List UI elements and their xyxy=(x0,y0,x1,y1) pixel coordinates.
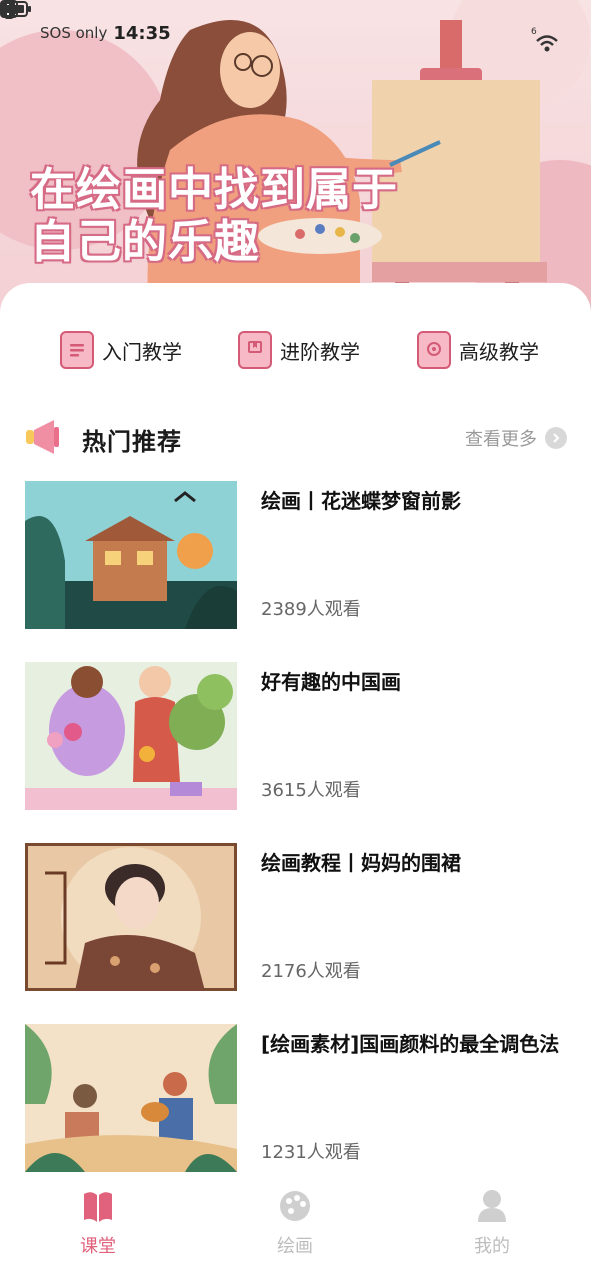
tab-label: 我的 xyxy=(474,1236,510,1257)
category-row: 入门教学 进阶教学 高级教学 xyxy=(0,327,591,373)
tab-classroom[interactable]: 课堂 xyxy=(58,1188,138,1257)
course-item[interactable]: 绘画教程丨妈妈的围裙 2176人观看 xyxy=(25,843,570,991)
clock: 14:35 xyxy=(113,22,171,44)
course-views: 1231人观看 xyxy=(261,1142,361,1163)
view-more-link[interactable]: 查看更多 xyxy=(465,425,567,451)
category-label: 进阶教学 xyxy=(280,339,360,364)
tab-painting[interactable]: 绘画 xyxy=(255,1188,335,1257)
hero-banner: SOS only 14:35 N 6 在绘画中 xyxy=(0,0,591,320)
network-generation-label: 6 xyxy=(531,27,537,37)
category-beginner[interactable]: 入门教学 xyxy=(60,327,182,373)
course-item[interactable]: 好有趣的中国画 3615人观看 xyxy=(25,662,570,810)
chevron-right-icon xyxy=(545,427,567,449)
bottom-tab-bar: 课堂 绘画 我的 xyxy=(0,1180,591,1280)
course-thumbnail xyxy=(25,662,237,810)
content-card: 入门教学 进阶教学 高级教学 热门推荐 查看更多 绘画丨花迷蝶梦窗前影 2389… xyxy=(0,283,591,1280)
tab-label: 课堂 xyxy=(80,1236,116,1257)
tab-mine[interactable]: 我的 xyxy=(452,1188,532,1257)
slogan-line-2: 自己的乐趣 xyxy=(30,215,261,268)
view-more-label: 查看更多 xyxy=(465,429,537,450)
section-title: 热门推荐 xyxy=(82,427,182,456)
carrier-label: SOS only xyxy=(40,24,108,42)
tab-label: 绘画 xyxy=(277,1236,313,1257)
section-header: 热门推荐 查看更多 xyxy=(24,417,567,461)
list-doc-icon xyxy=(60,331,94,369)
course-views: 3615人观看 xyxy=(261,780,361,801)
category-label: 高级教学 xyxy=(459,339,539,364)
course-thumbnail xyxy=(25,843,237,991)
course-views: 2176人观看 xyxy=(261,961,361,982)
course-title: 绘画教程丨妈妈的围裙 xyxy=(261,851,461,875)
banner-slogan: 在绘画中找到属于 自己的乐趣 xyxy=(30,164,398,268)
user-icon xyxy=(476,1188,508,1224)
palette-icon xyxy=(279,1188,311,1224)
category-label: 入门教学 xyxy=(102,339,182,364)
book-icon xyxy=(238,331,272,369)
course-item[interactable]: [绘画素材]国画颜料的最全调色法 1231人观看 xyxy=(25,1024,570,1172)
slogan-line-1: 在绘画中找到属于 xyxy=(30,163,399,216)
open-book-icon xyxy=(82,1188,114,1224)
flower-bookmark-icon xyxy=(417,331,451,369)
category-intermediate[interactable]: 进阶教学 xyxy=(238,327,360,373)
course-thumbnail xyxy=(25,481,237,629)
course-views: 2389人观看 xyxy=(261,599,361,620)
course-title: 绘画丨花迷蝶梦窗前影 xyxy=(261,489,461,513)
category-advanced[interactable]: 高级教学 xyxy=(417,327,539,373)
course-item[interactable]: 绘画丨花迷蝶梦窗前影 2389人观看 xyxy=(25,481,570,629)
course-title: 好有趣的中国画 xyxy=(261,670,401,694)
course-thumbnail xyxy=(25,1024,237,1172)
megaphone-icon xyxy=(24,417,62,461)
course-title: [绘画素材]国画颜料的最全调色法 xyxy=(261,1032,560,1056)
status-bar: SOS only 14:35 N 6 xyxy=(0,0,591,66)
